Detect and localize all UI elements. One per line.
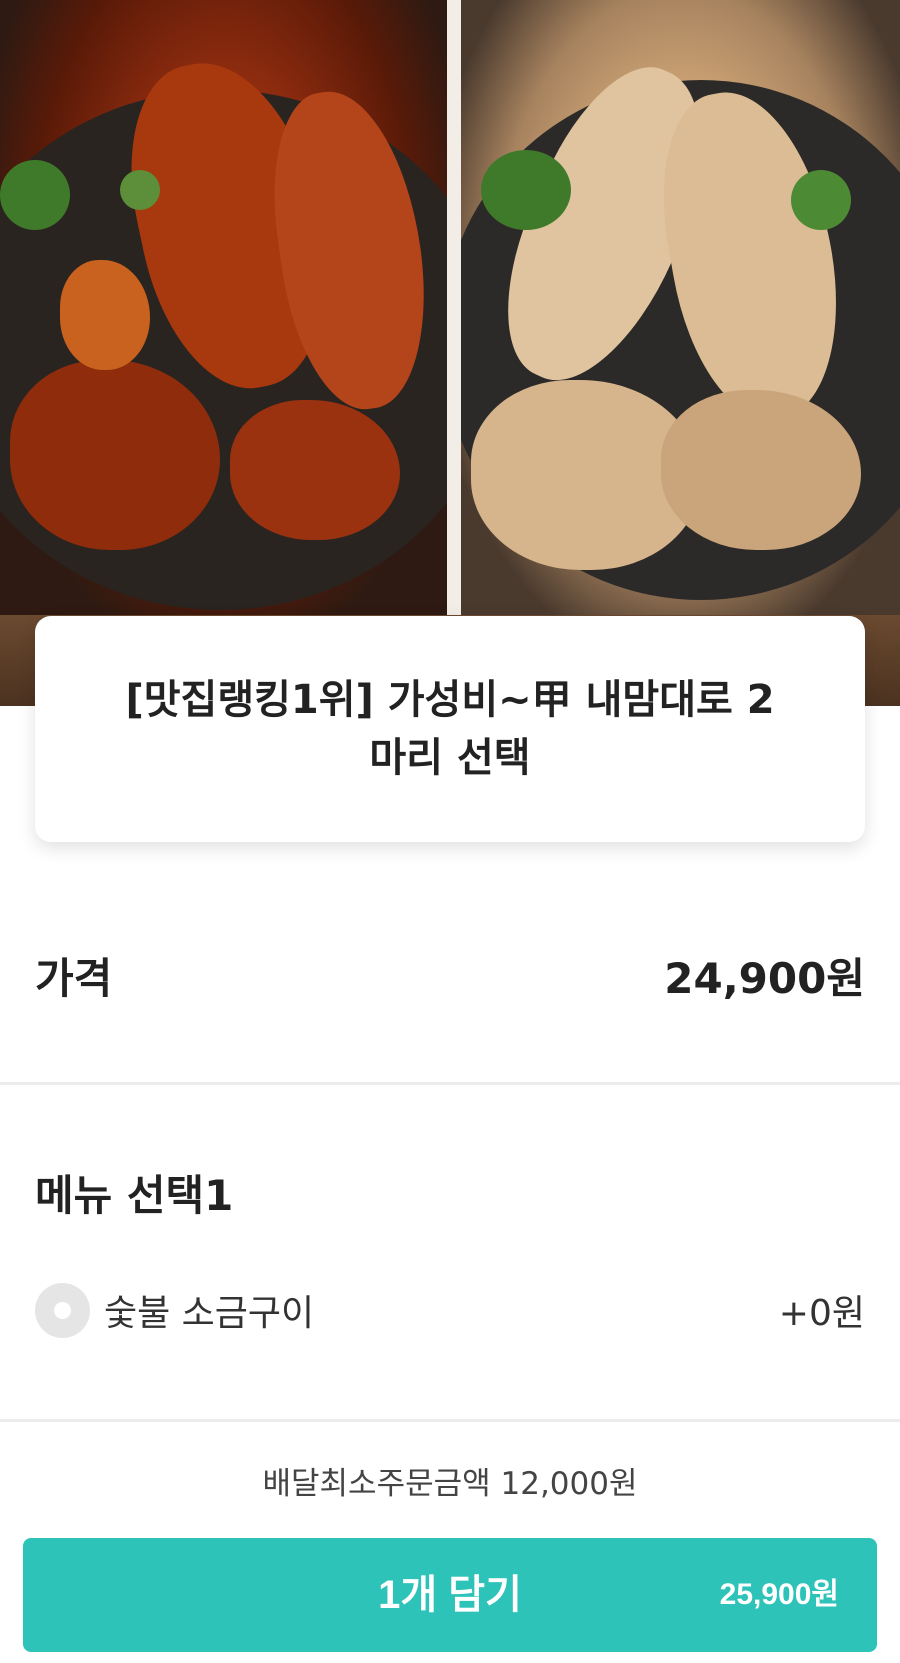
photo-divider — [447, 0, 461, 615]
cart-button-price: 25,900원 — [719, 1578, 839, 1611]
add-to-cart-button[interactable]: 1개 담기 25,900원 — [23, 1538, 877, 1652]
minimum-order-notice: 배달최소주문금액 12,000원 — [262, 1466, 638, 1502]
spicy-chicken-photo — [0, 0, 447, 615]
product-title-card: [맛집랭킹1위] 가성비~甲 내맘대로 2 마리 선택 — [35, 616, 865, 842]
product-title: [맛집랭킹1위] 가성비~甲 내맘대로 2 마리 선택 — [125, 677, 775, 781]
menu-section-title: 메뉴 선택1 — [35, 1171, 234, 1220]
price-row: 가격 24,900원 — [35, 940, 865, 1010]
salt-grilled-chicken-photo — [461, 0, 900, 615]
option-price: +0원 — [778, 1293, 865, 1334]
section-divider — [0, 1082, 900, 1085]
radio-dot — [54, 1301, 71, 1319]
product-hero-image — [0, 0, 900, 706]
menu-option-row[interactable]: 숯불 소금구이 +0원 — [35, 1282, 865, 1338]
option-label: 숯불 소금구이 — [104, 1293, 315, 1334]
price-value: 24,900원 — [664, 953, 865, 1003]
section-divider — [0, 1419, 900, 1422]
option-radio[interactable] — [35, 1282, 90, 1338]
price-label: 가격 — [35, 953, 113, 1003]
